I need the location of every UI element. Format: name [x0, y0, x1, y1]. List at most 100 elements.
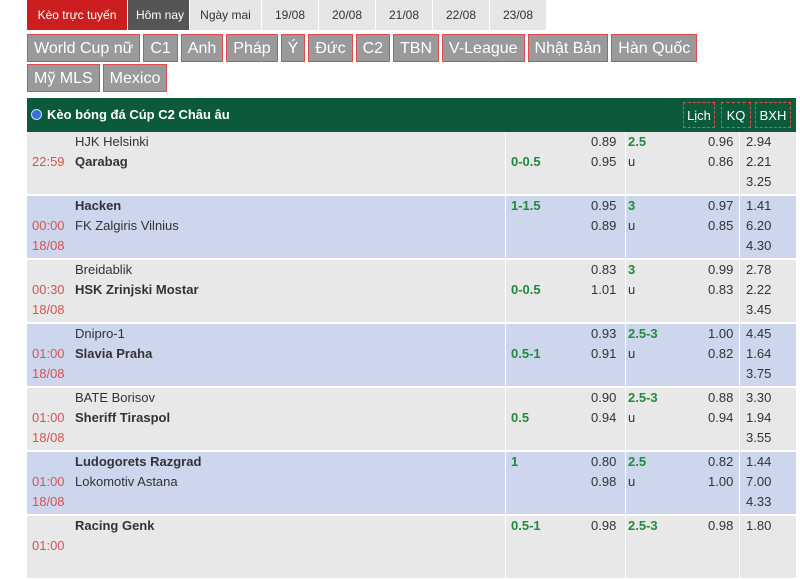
column-divider	[625, 388, 626, 450]
league-button-c2[interactable]: C2	[355, 34, 391, 62]
over-odds: 0.99	[708, 262, 734, 277]
under-label: u	[628, 410, 636, 425]
over-odds: 0.96	[708, 134, 734, 149]
league-button-germany[interactable]: Đức	[308, 34, 353, 62]
away-team: Slavia Praha	[75, 346, 153, 361]
league-button-italy[interactable]: Ý	[280, 34, 306, 62]
handicap-odds-away: 0.91	[591, 346, 617, 361]
odds-draw: 3.45	[746, 302, 772, 317]
column-divider	[739, 452, 740, 514]
column-divider	[505, 324, 506, 386]
match-time: 01:00	[32, 538, 65, 553]
league-button-england[interactable]: Anh	[180, 34, 224, 62]
league-filter: World Cup nữ C1 Anh Pháp Ý Đức C2 TBN V-…	[27, 33, 767, 93]
match-time: 01:00	[32, 346, 65, 361]
over-under-line: 2.5-3	[628, 326, 658, 341]
home-team: Breidablik	[75, 262, 133, 277]
match-time: 01:00	[32, 410, 65, 425]
over-under-line: 3	[628, 262, 636, 277]
league-button-world-cup-women[interactable]: World Cup nữ	[27, 34, 141, 62]
handicap-line: 0-0.5	[511, 282, 541, 297]
tab-date-2308[interactable]: 23/08	[490, 0, 547, 30]
league-button-korea[interactable]: Hàn Quốc	[611, 34, 698, 62]
match-row[interactable]: 01:00 Racing Genk 0.5-1 0.98 2.5-3 0.98 1.80	[27, 516, 796, 580]
away-team: Sheriff Tiraspol	[75, 410, 171, 425]
handicap-odds-home: 0.98	[591, 518, 617, 533]
under-odds: 1.00	[708, 474, 734, 489]
match-date: 18/08	[32, 302, 65, 317]
handicap-line: 1	[511, 454, 519, 469]
odds-away-win: 6.20	[746, 218, 772, 233]
odds-home-win: 3.30	[746, 390, 772, 405]
match-time: 00:00	[32, 218, 65, 233]
column-divider	[739, 132, 740, 194]
handicap-odds-away: 0.95	[591, 154, 617, 169]
league-row: Mỹ MLS Mexico	[27, 63, 767, 93]
over-under-line: 2.5-3	[628, 518, 658, 533]
column-divider	[505, 388, 506, 450]
home-team: Dnipro-1	[75, 326, 125, 341]
match-time: 01:00	[32, 474, 65, 489]
home-team: BATE Borisov	[75, 390, 155, 405]
column-divider	[505, 260, 506, 322]
match-row[interactable]: 01:00 18/08 Ludogorets Razgrad Lokomotiv As…	[27, 452, 796, 516]
handicap-odds-away: 0.89	[591, 218, 617, 233]
column-divider	[739, 196, 740, 258]
column-divider	[625, 324, 626, 386]
tab-date-2208[interactable]: 22/08	[433, 0, 490, 30]
tab-live-odds[interactable]: Kèo trực tuyến	[27, 0, 128, 30]
handicap-odds-home: 0.90	[591, 390, 617, 405]
match-row[interactable]: 01:00 18/08 BATE Borisov Sheriff Tiraspol 0.…	[27, 388, 796, 452]
handicap-odds-home: 0.89	[591, 134, 617, 149]
home-team: Hacken	[75, 198, 122, 213]
match-row[interactable]: 00:30 18/08 Breidablik HSK Zrinjski Mostar 0…	[27, 260, 796, 324]
odds-home-win: 1.80	[746, 518, 772, 533]
league-button-c1[interactable]: C1	[143, 34, 178, 62]
under-odds: 0.94	[708, 410, 734, 425]
league-button-mls[interactable]: Mỹ MLS	[27, 64, 100, 92]
column-divider	[625, 260, 626, 322]
over-odds: 0.97	[708, 198, 734, 213]
schedule-button[interactable]: Lịch	[683, 102, 715, 128]
league-button-japan[interactable]: Nhật Bản	[527, 34, 609, 62]
under-label: u	[628, 282, 636, 297]
handicap-odds-away: 0.94	[591, 410, 617, 425]
over-under-line: 2.5	[628, 454, 647, 469]
league-button-v-league[interactable]: V-League	[442, 34, 525, 62]
tab-date-2008[interactable]: 20/08	[319, 0, 376, 30]
match-row[interactable]: 01:00 18/08 Dnipro-1 Slavia Praha 0.5-1 0.93 0…	[27, 324, 796, 388]
match-row[interactable]: 00:00 18/08 Hacken FK Zalgiris Vilnius 1-1.5…	[27, 196, 796, 260]
over-under-line: 2.5	[628, 134, 647, 149]
handicap-line: 0.5	[511, 410, 530, 425]
odds-draw: 4.30	[746, 238, 772, 253]
match-date: 18/08	[32, 430, 65, 445]
competition-logo-icon	[31, 109, 42, 120]
results-button[interactable]: KQ	[721, 102, 751, 128]
under-odds: 0.85	[708, 218, 734, 233]
tab-tomorrow[interactable]: Ngày mai	[190, 0, 262, 30]
over-odds: 1.00	[708, 326, 734, 341]
date-tabs: Kèo trực tuyến Hôm nay Ngày mai 19/08 20…	[27, 0, 547, 30]
under-odds: 0.82	[708, 346, 734, 361]
odds-home-win: 1.44	[746, 454, 772, 469]
away-team: HSK Zrinjski Mostar	[75, 282, 199, 297]
match-list: 22:59 HJK Helsinki Qarabag 0-0.5 0.89 0.95 2.5…	[27, 132, 796, 580]
tab-date-1908[interactable]: 19/08	[262, 0, 319, 30]
match-date: 18/08	[32, 494, 65, 509]
league-row: World Cup nữ C1 Anh Pháp Ý Đức C2 TBN V-…	[27, 33, 767, 63]
home-team: HJK Helsinki	[75, 134, 149, 149]
column-divider	[625, 452, 626, 514]
tab-today[interactable]: Hôm nay	[128, 0, 190, 30]
home-team: Ludogorets Razgrad	[75, 454, 202, 469]
handicap-line: 1-1.5	[511, 198, 541, 213]
league-button-spain[interactable]: TBN	[393, 34, 440, 62]
odds-draw: 3.25	[746, 174, 772, 189]
league-button-france[interactable]: Pháp	[226, 34, 278, 62]
handicap-odds-away: 0.98	[591, 474, 617, 489]
column-divider	[505, 452, 506, 514]
league-button-mexico[interactable]: Mexico	[102, 64, 168, 92]
standings-button[interactable]: BXH	[755, 102, 791, 128]
column-divider	[625, 132, 626, 194]
match-row[interactable]: 22:59 HJK Helsinki Qarabag 0-0.5 0.89 0.95 2.5…	[27, 132, 796, 196]
tab-date-2108[interactable]: 21/08	[376, 0, 433, 30]
